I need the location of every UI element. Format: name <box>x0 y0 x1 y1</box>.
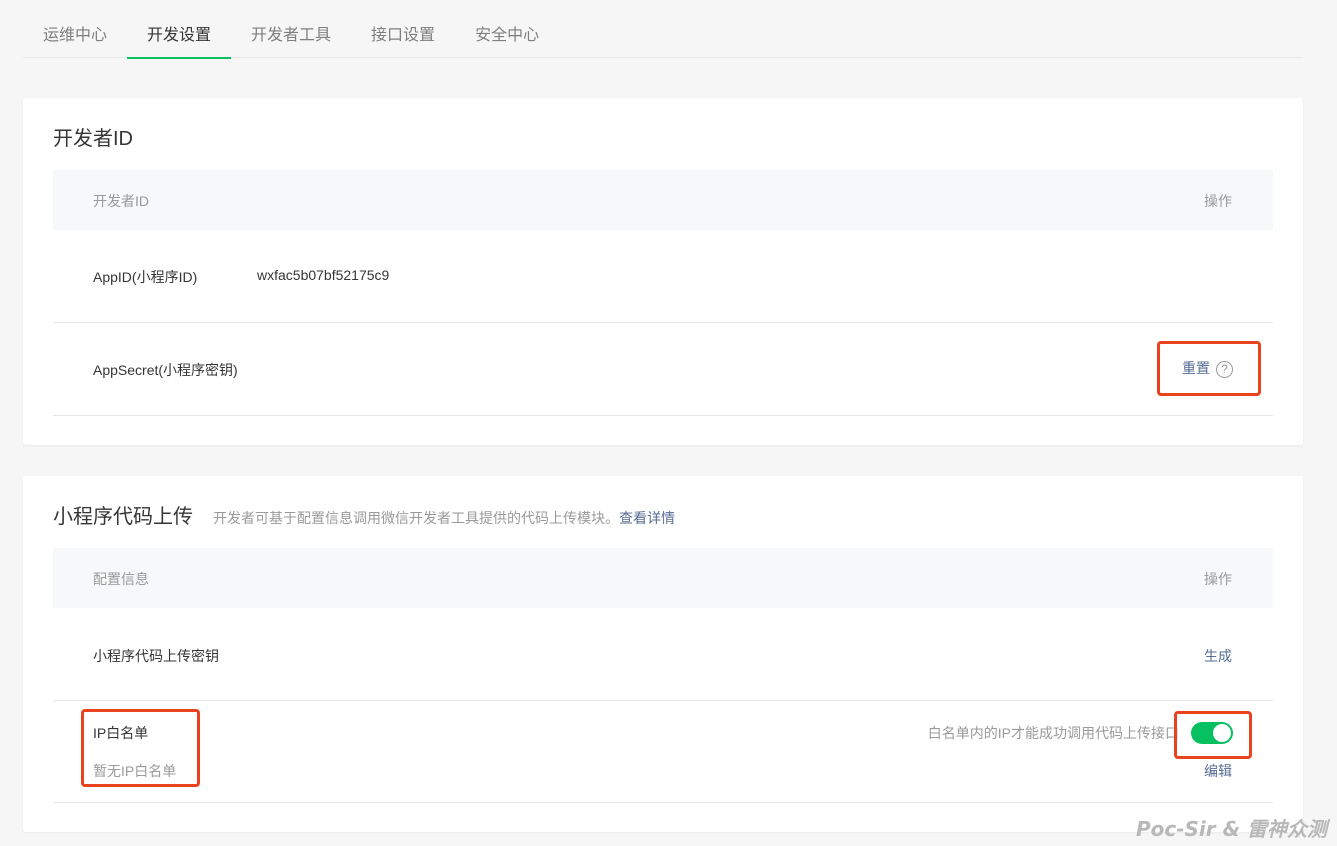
header-developer-id: 开发者ID <box>93 193 149 209</box>
code-upload-desc-text: 开发者可基于配置信息调用微信开发者工具提供的代码上传模块。 <box>213 510 619 526</box>
appid-row: AppID(小程序ID) wxfac5b07bf52175c9 <box>53 230 1273 323</box>
edit-whitelist-button[interactable]: 编辑 <box>1204 761 1232 781</box>
tab-dev-tools[interactable]: 开发者工具 <box>231 14 351 58</box>
view-details-link[interactable]: 查看详情 <box>619 510 675 526</box>
header-actions-2: 操作 <box>1204 571 1232 587</box>
appsecret-label: AppSecret(小程序密钥) <box>93 362 238 378</box>
developer-id-title: 开发者ID <box>53 128 133 150</box>
header-actions: 操作 <box>1204 193 1232 209</box>
tab-api-settings[interactable]: 接口设置 <box>351 14 455 58</box>
tab-security-center[interactable]: 安全中心 <box>455 14 559 58</box>
appid-value: wxfac5b07bf52175c9 <box>257 267 390 283</box>
code-upload-title: 小程序代码上传 <box>53 506 193 528</box>
developer-id-table-header: 开发者ID 操作 <box>53 170 1273 230</box>
developer-id-card: 开发者ID 开发者ID 操作 AppID(小程序ID) wxfac5b07bf5… <box>23 98 1303 445</box>
tab-bar: 运维中心 开发设置 开发者工具 接口设置 安全中心 <box>23 14 1303 59</box>
watermark: Poc-Sir & 雷神众测 <box>1135 817 1327 841</box>
upload-key-row: 小程序代码上传密钥 生成 <box>53 608 1273 701</box>
code-upload-title-bar: 小程序代码上传 开发者可基于配置信息调用微信开发者工具提供的代码上传模块。查看详… <box>53 500 675 529</box>
appid-label: AppID(小程序ID) <box>93 269 198 285</box>
generate-button[interactable]: 生成 <box>1204 646 1232 666</box>
tab-dev-settings[interactable]: 开发设置 <box>127 14 232 59</box>
highlight-box-reset <box>1157 341 1261 396</box>
config-table-header: 配置信息 操作 <box>53 548 1273 608</box>
appsecret-row: AppSecret(小程序密钥) 重置? <box>53 323 1273 416</box>
upload-key-label: 小程序代码上传密钥 <box>93 648 219 664</box>
header-config-info: 配置信息 <box>93 571 149 587</box>
ip-whitelist-row: IP白名单 暂无IP白名单 白名单内的IP才能成功调用代码上传接口 编辑 <box>53 701 1273 803</box>
code-upload-description: 开发者可基于配置信息调用微信开发者工具提供的代码上传模块。查看详情 <box>213 508 675 528</box>
highlight-box-whitelist <box>81 709 200 787</box>
ip-whitelist-hint: 白名单内的IP才能成功调用代码上传接口 <box>927 725 1179 741</box>
page: 运维中心 开发设置 开发者工具 接口设置 安全中心 开发者ID 开发者ID 操作… <box>0 0 1337 846</box>
code-upload-card: 小程序代码上传 开发者可基于配置信息调用微信开发者工具提供的代码上传模块。查看详… <box>23 476 1303 832</box>
highlight-box-toggle <box>1174 711 1252 759</box>
tab-ops-center[interactable]: 运维中心 <box>23 14 127 58</box>
